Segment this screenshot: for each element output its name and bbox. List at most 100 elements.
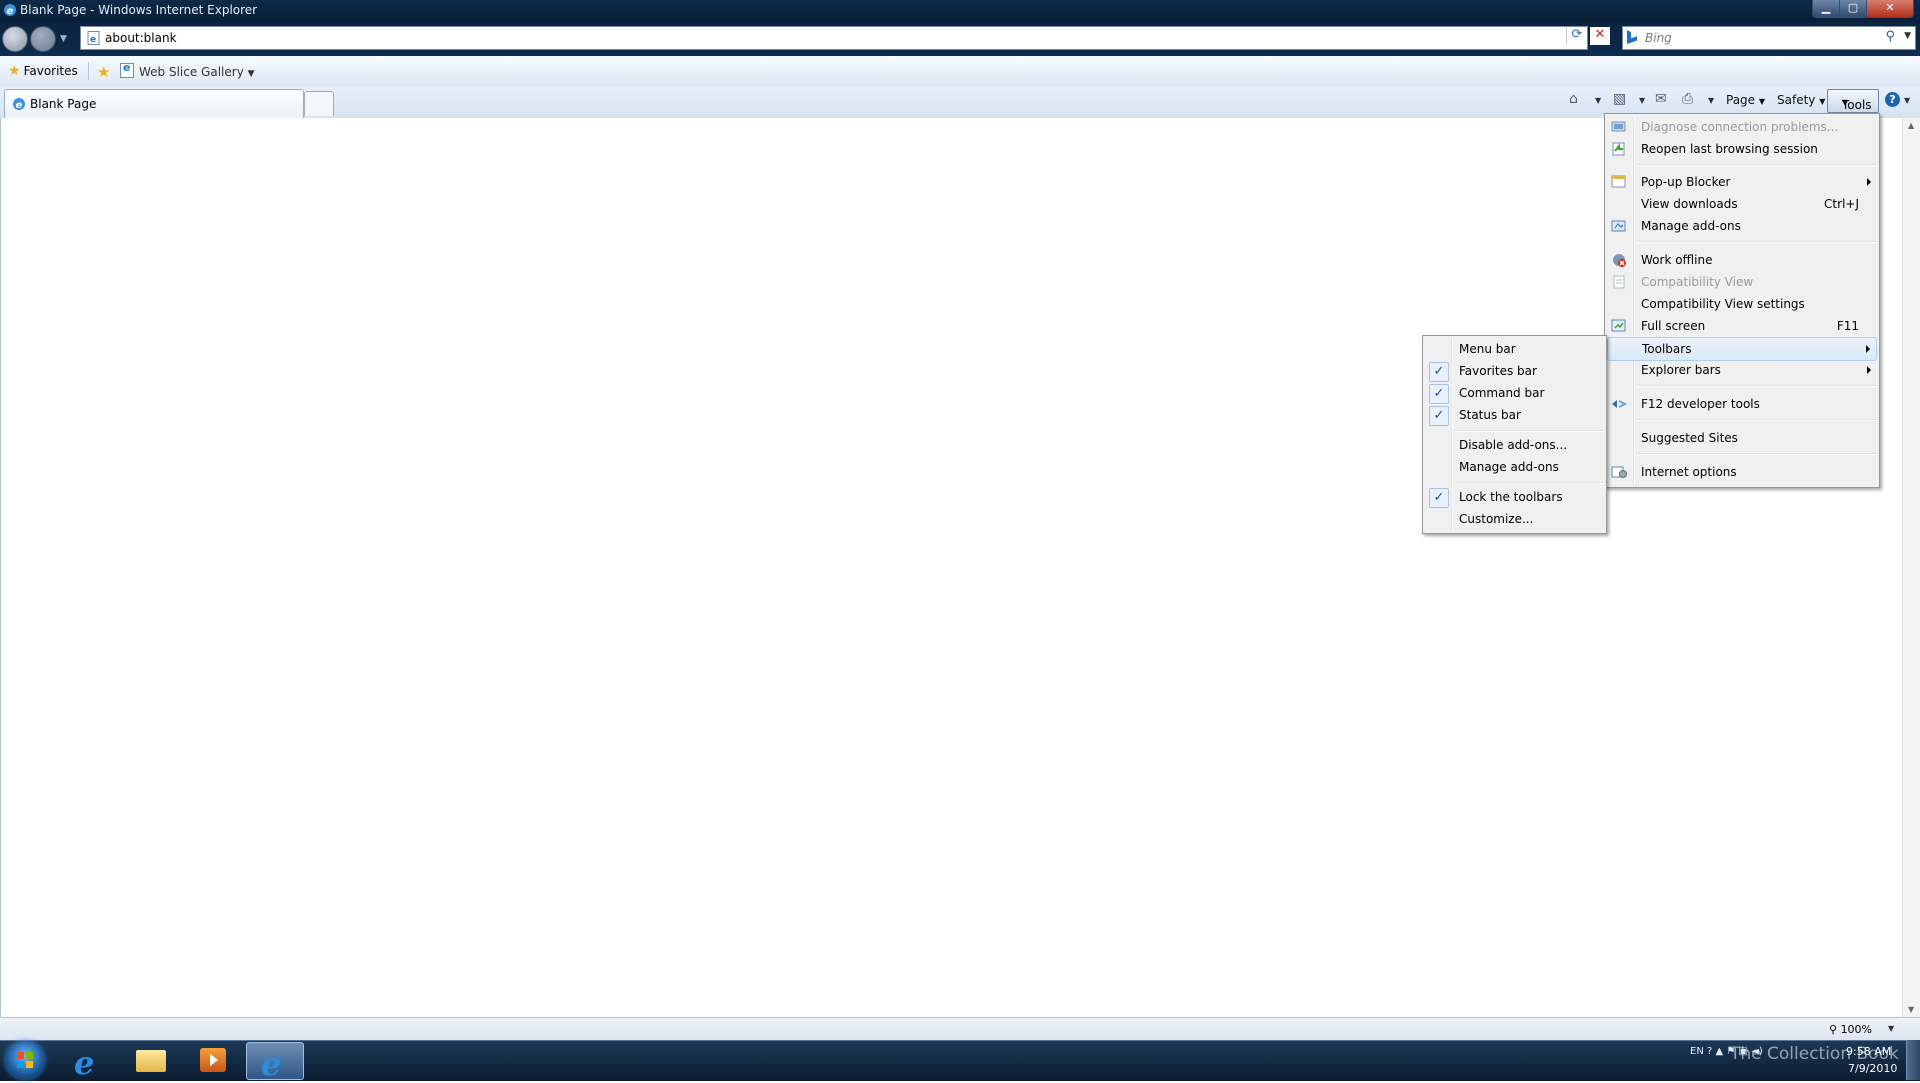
toolbars-submenu: Menu bar ✓ Favorites bar ✓ Command bar ✓… — [1422, 335, 1607, 534]
internet-explorer-icon: e — [74, 1044, 95, 1082]
tools-menu: Diagnose connection problems... Reopen l… — [1604, 113, 1880, 488]
tab-label: Blank Page — [30, 97, 97, 111]
window-title: Blank Page - Windows Internet Explorer — [20, 3, 258, 17]
print-icon[interactable]: ⎙ — [1682, 91, 1693, 107]
menu-item-full-screen[interactable]: Full screen F11 — [1607, 315, 1877, 337]
menu-separator — [1637, 419, 1877, 421]
vertical-scrollbar[interactable]: ▲ ▼ — [1902, 118, 1920, 1017]
menu-item-reopen-session[interactable]: Reopen last browsing session — [1607, 138, 1877, 160]
status-bar: ⚲ 100% ▼ — [0, 1017, 1920, 1041]
svg-text:e: e — [7, 6, 14, 17]
submenu-item-menu-bar[interactable]: Menu bar — [1425, 338, 1604, 360]
scroll-down-icon[interactable]: ▼ — [1908, 1005, 1914, 1014]
home-icon[interactable]: ⌂ — [1569, 91, 1578, 107]
menu-separator — [1637, 164, 1877, 166]
help-dropdown-icon[interactable]: ▼ — [1904, 96, 1910, 105]
menu-item-view-downloads[interactable]: View downloads Ctrl+J — [1607, 193, 1877, 215]
menu-item-internet-options[interactable]: Internet options — [1607, 461, 1877, 483]
network-icon[interactable]: ▣ — [1739, 1046, 1748, 1057]
help-icon[interactable]: ? — [1707, 1046, 1712, 1057]
menu-item-compatibility-view-settings[interactable]: Compatibility View settings — [1607, 293, 1877, 315]
submenu-item-status-bar[interactable]: ✓ Status bar — [1425, 404, 1604, 426]
menu-item-work-offline[interactable]: Work offline — [1607, 249, 1877, 271]
menu-item-popup-blocker[interactable]: Pop-up Blocker — [1607, 171, 1877, 193]
search-input[interactable]: Bing — [1645, 31, 1672, 45]
clock-date[interactable]: 7/9/2010 — [1848, 1062, 1897, 1075]
new-tab-button[interactable] — [304, 91, 334, 116]
close-button[interactable]: ✕ — [1866, 0, 1914, 18]
tab-blank-page[interactable]: e Blank Page — [4, 89, 304, 118]
media-player-icon — [200, 1048, 226, 1072]
menu-separator — [1455, 430, 1604, 432]
page-icon: e — [87, 31, 100, 45]
submenu-item-command-bar[interactable]: ✓ Command bar — [1425, 382, 1604, 404]
refresh-icon[interactable]: ⟳ — [1566, 27, 1587, 45]
zoom-value: 100% — [1840, 1023, 1873, 1036]
clock-time[interactable]: 9:58 AM — [1846, 1045, 1891, 1058]
submenu-item-lock-toolbars[interactable]: ✓ Lock the toolbars — [1425, 486, 1604, 508]
submenu-item-disable-addons[interactable]: Disable add-ons... — [1425, 434, 1604, 456]
submenu-item-customize[interactable]: Customize... — [1425, 508, 1604, 530]
menu-separator — [1637, 385, 1877, 387]
ie-page-icon: e — [13, 98, 25, 111]
maximize-button[interactable]: ▢ — [1839, 0, 1867, 18]
menu-separator — [1637, 453, 1877, 455]
taskbar-explorer[interactable] — [122, 1042, 178, 1078]
show-hidden-icons-icon[interactable]: ▲ — [1716, 1046, 1724, 1057]
back-button[interactable] — [2, 26, 28, 52]
page-menu-button[interactable]: Page ▼ — [1726, 93, 1765, 107]
chevron-down-icon: ▼ — [1842, 98, 1849, 107]
zoom-dropdown-icon[interactable]: ▼ — [1888, 1024, 1894, 1033]
menu-item-f12-developer-tools[interactable]: F12 developer tools — [1607, 393, 1877, 415]
search-icon[interactable]: ⚲ — [1885, 29, 1895, 44]
chevron-down-icon: ▼ — [247, 69, 255, 79]
safety-menu-button[interactable]: Safety ▼ — [1777, 93, 1825, 107]
address-input[interactable]: about:blank — [105, 31, 177, 45]
menu-separator — [1455, 482, 1604, 484]
favorites-bar: ★ Favorites — [0, 56, 1920, 87]
menu-item-toolbars[interactable]: Toolbars — [1607, 337, 1877, 361]
add-to-favorites-icon[interactable]: ★ — [97, 63, 110, 81]
read-mail-icon[interactable]: ✉ — [1655, 91, 1667, 107]
page-icon — [120, 61, 134, 78]
print-dropdown-icon[interactable]: ▼ — [1708, 96, 1714, 105]
forward-button[interactable] — [30, 26, 56, 52]
flag-icon[interactable]: ⚑ — [1726, 1046, 1735, 1057]
submenu-item-favorites-bar[interactable]: ✓ Favorites bar — [1425, 360, 1604, 382]
taskbar-ie-active[interactable]: e — [246, 1042, 304, 1083]
system-tray[interactable]: EN ? ▲ ⚑ ▣ ◄) — [1690, 1046, 1763, 1057]
search-box[interactable]: Bing ⚲ ▼ — [1622, 26, 1916, 50]
feeds-icon[interactable]: ▧ — [1613, 91, 1626, 107]
help-icon[interactable]: ? — [1885, 92, 1900, 107]
home-dropdown-icon[interactable]: ▼ — [1595, 96, 1601, 105]
submenu-arrow-icon — [1866, 345, 1870, 353]
web-slice-gallery-link[interactable]: Web Slice Gallery ▼ — [120, 61, 255, 79]
menu-item-diagnose-connection[interactable]: Diagnose connection problems... — [1607, 116, 1877, 138]
title-bar: e Blank Page - Windows Internet Explorer… — [0, 0, 1920, 22]
show-desktop-button[interactable] — [1906, 1040, 1920, 1080]
taskbar-media-player[interactable] — [184, 1042, 240, 1078]
windows-logo-icon — [17, 1052, 33, 1068]
recent-pages-dropdown-icon[interactable]: ▼ — [60, 34, 67, 44]
favorites-label: Favorites — [23, 64, 78, 78]
submenu-arrow-icon — [1867, 366, 1871, 374]
submenu-item-manage-addons[interactable]: Manage add-ons — [1425, 456, 1604, 478]
menu-item-suggested-sites[interactable]: Suggested Sites — [1607, 427, 1877, 449]
volume-icon[interactable]: ◄) — [1751, 1046, 1763, 1057]
language-indicator[interactable]: EN — [1690, 1046, 1704, 1057]
address-bar[interactable]: e about:blank ▼ — [80, 26, 1588, 50]
zoom-level[interactable]: ⚲ 100% — [1829, 1023, 1872, 1036]
search-options-dropdown-icon[interactable]: ▼ — [1904, 31, 1911, 41]
stop-icon[interactable]: ✕ — [1590, 27, 1610, 45]
menu-item-compatibility-view[interactable]: Compatibility View — [1607, 271, 1877, 293]
developer-tools-icon — [1612, 400, 1627, 408]
menu-item-explorer-bars[interactable]: Explorer bars — [1607, 359, 1877, 381]
taskbar-ie-pinned[interactable]: e — [60, 1042, 116, 1082]
minimize-button[interactable]: ▁ — [1812, 0, 1840, 18]
scroll-up-icon[interactable]: ▲ — [1908, 121, 1914, 130]
menu-item-manage-addons[interactable]: Manage add-ons — [1607, 215, 1877, 237]
start-button[interactable] — [6, 1041, 44, 1079]
favorites-button[interactable]: ★ Favorites — [8, 63, 78, 79]
feeds-dropdown-icon[interactable]: ▼ — [1639, 96, 1645, 105]
tools-menu-button[interactable]: Tools ▼ — [1827, 89, 1879, 113]
